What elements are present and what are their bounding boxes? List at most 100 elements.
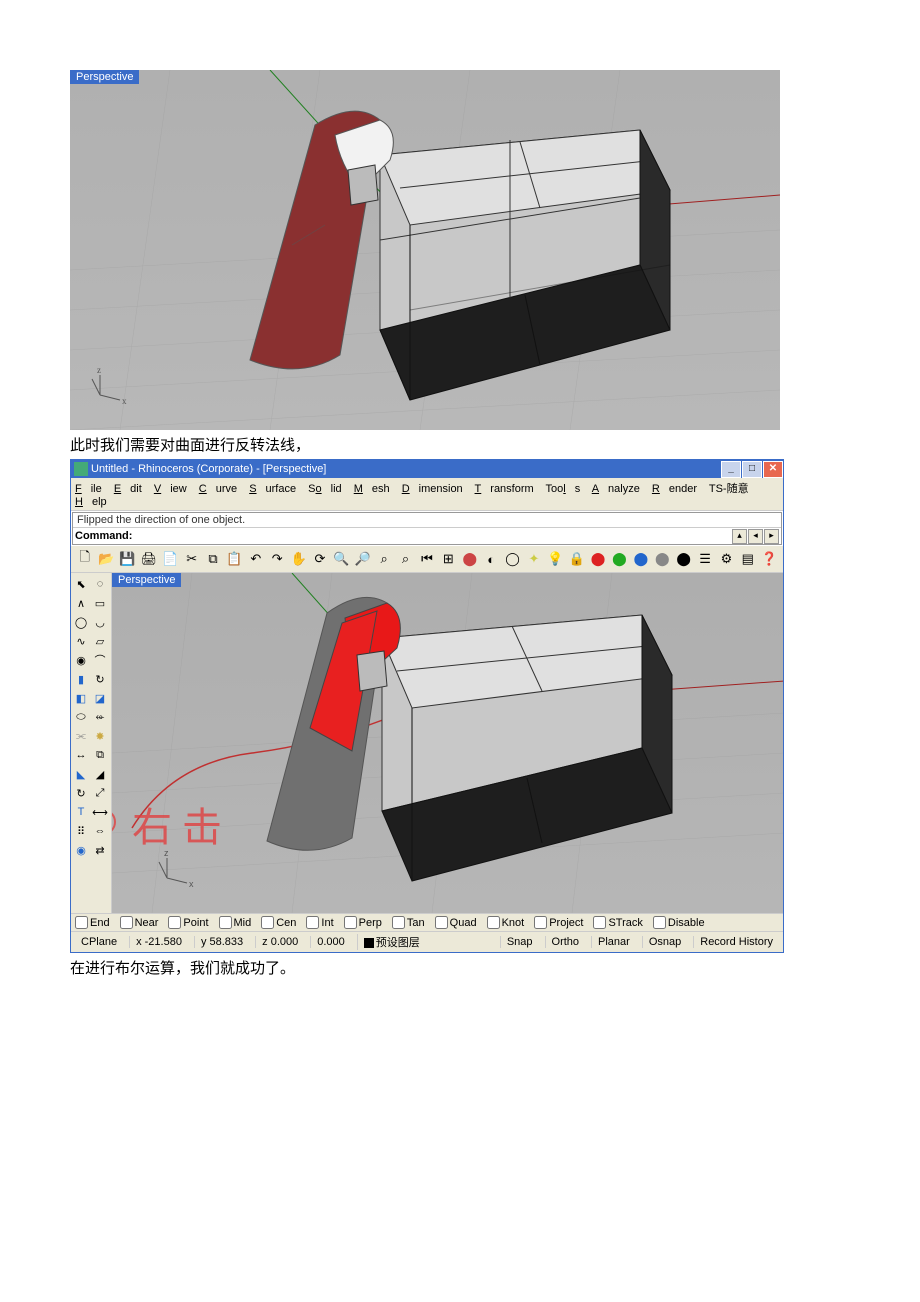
status-layer[interactable]: 预设图层 xyxy=(357,934,426,950)
menu-solid[interactable]: Solid xyxy=(308,483,341,495)
extrude-icon[interactable]: ▮ xyxy=(72,670,90,688)
menu-tools[interactable]: Tools xyxy=(546,483,581,495)
layer-blue-icon[interactable]: ⬤ xyxy=(631,549,650,569)
plane-icon[interactable]: ▱ xyxy=(91,632,109,650)
lock-icon[interactable]: 🔒 xyxy=(567,549,586,569)
dir-icon[interactable]: ◉ xyxy=(72,841,90,859)
osnap-knot[interactable]: Knot xyxy=(487,916,525,929)
copy-icon[interactable]: ⧉ xyxy=(203,549,222,569)
rect-icon[interactable]: ▭ xyxy=(91,594,109,612)
solid-icon[interactable]: ◪ xyxy=(91,689,109,707)
explode-icon[interactable]: ✸ xyxy=(91,727,109,745)
close-button[interactable]: ✕ xyxy=(763,461,783,478)
paste-icon[interactable]: 📋 xyxy=(225,549,244,569)
doc-props-icon[interactable]: ▤ xyxy=(738,549,757,569)
zoom-win-icon[interactable]: ⌕ xyxy=(374,549,393,569)
print-icon[interactable]: 🖨 xyxy=(139,549,158,569)
xray-icon[interactable]: ✦ xyxy=(524,549,543,569)
menu-curve[interactable]: Curve xyxy=(199,483,237,495)
light-icon[interactable]: 💡 xyxy=(546,549,565,569)
shade-icon[interactable]: ◐ xyxy=(481,549,500,569)
menu-help[interactable]: Help xyxy=(75,496,107,508)
redo-icon[interactable]: ↷ xyxy=(268,549,287,569)
menu-file[interactable]: File xyxy=(75,483,102,495)
cmd-prev-button[interactable]: ◂ xyxy=(748,529,763,544)
zoom-dyn-icon[interactable]: ⌕ xyxy=(396,549,415,569)
osnap-strack[interactable]: STrack xyxy=(593,916,642,929)
menu-render[interactable]: Render xyxy=(652,483,697,495)
sphere-icon[interactable]: ◉ xyxy=(72,651,90,669)
menu-edit[interactable]: Edit xyxy=(114,483,142,495)
copy2-icon[interactable]: ⧉ xyxy=(91,746,109,764)
osnap-perp[interactable]: Perp xyxy=(344,916,382,929)
menu-dimension[interactable]: Dimension xyxy=(402,483,463,495)
osnap-mid[interactable]: Mid xyxy=(219,916,252,929)
cut-icon[interactable]: ✂ xyxy=(182,549,201,569)
open-icon[interactable]: 📂 xyxy=(96,549,115,569)
scale-icon[interactable]: ⤢ xyxy=(91,784,109,802)
flip-icon[interactable]: ⇄ xyxy=(91,841,109,859)
render-icon[interactable]: ⬤ xyxy=(460,549,479,569)
save-icon[interactable]: 💾 xyxy=(118,549,137,569)
pointer-icon[interactable]: ⬉ xyxy=(72,575,90,593)
status-planar[interactable]: Planar xyxy=(591,936,636,948)
new-icon[interactable]: 🗋 xyxy=(75,549,94,569)
minimize-button[interactable]: _ xyxy=(721,461,741,478)
cylinder-icon[interactable]: ⬭ xyxy=(72,708,90,726)
osnap-project[interactable]: Project xyxy=(534,916,583,929)
mirror-icon[interactable]: ⇔ xyxy=(91,822,109,840)
arc-icon[interactable]: ◡ xyxy=(91,613,109,631)
osnap-end[interactable]: End xyxy=(75,916,110,929)
zoom-sel-icon[interactable]: 🔍 xyxy=(332,549,351,569)
dim-icon[interactable]: ⟷ xyxy=(91,803,109,821)
status-record[interactable]: Record History xyxy=(693,936,779,948)
layer-grey-icon[interactable]: ⬤ xyxy=(653,549,672,569)
zoom-ext-icon[interactable]: 🔎 xyxy=(353,549,372,569)
layer-black-icon[interactable]: ⬤ xyxy=(674,549,693,569)
layer-red-icon[interactable]: ⬤ xyxy=(588,549,607,569)
split-icon[interactable]: ◢ xyxy=(91,765,109,783)
status-ortho[interactable]: Ortho xyxy=(545,936,586,948)
circle-icon[interactable]: ◯ xyxy=(72,613,90,631)
box-icon[interactable]: ◧ xyxy=(72,689,90,707)
torus-icon[interactable]: ⬰ xyxy=(91,708,109,726)
help-icon[interactable]: ❓ xyxy=(760,549,779,569)
osnap-cen[interactable]: Cen xyxy=(261,916,296,929)
polyline-icon[interactable]: ∧ xyxy=(72,594,90,612)
zoom-prev-icon[interactable]: ⏮ xyxy=(417,549,436,569)
move-icon[interactable]: ↔ xyxy=(72,746,90,764)
revolve-icon[interactable]: ↻ xyxy=(91,670,109,688)
menu-ts[interactable]: TS-随意 xyxy=(709,483,749,495)
rotate-icon[interactable]: ⟳ xyxy=(310,549,329,569)
osnap-tan[interactable]: Tan xyxy=(392,916,425,929)
undo-icon[interactable]: ↶ xyxy=(246,549,265,569)
menu-transform[interactable]: Transform xyxy=(475,483,534,495)
doc-icon[interactable]: 📄 xyxy=(161,549,180,569)
options-icon[interactable]: ☰ xyxy=(695,549,714,569)
loft-icon[interactable]: ⌒ xyxy=(91,651,109,669)
osnap-near[interactable]: Near xyxy=(120,916,159,929)
osnap-disable[interactable]: Disable xyxy=(653,916,705,929)
rotate2-icon[interactable]: ↻ xyxy=(72,784,90,802)
command-input[interactable] xyxy=(134,528,731,544)
gear-icon[interactable]: ⚙ xyxy=(717,549,736,569)
menu-view[interactable]: View xyxy=(154,483,187,495)
four-view-icon[interactable]: ⊞ xyxy=(439,549,458,569)
join-icon[interactable]: ⫘ xyxy=(72,727,90,745)
lasso-icon[interactable]: ◌ xyxy=(91,575,109,593)
menu-mesh[interactable]: Mesh xyxy=(354,483,390,495)
layer-green-icon[interactable]: ⬤ xyxy=(610,549,629,569)
osnap-int[interactable]: Int xyxy=(306,916,333,929)
viewport-perspective-main[interactable]: Perspective xyxy=(112,573,783,913)
status-snap[interactable]: Snap xyxy=(500,936,539,948)
cmd-up-button[interactable]: ▴ xyxy=(732,529,747,544)
pan-icon[interactable]: ✋ xyxy=(289,549,308,569)
cmd-next-button[interactable]: ▸ xyxy=(764,529,779,544)
maximize-button[interactable]: □ xyxy=(742,461,762,478)
menu-analyze[interactable]: Analyze xyxy=(592,483,640,495)
menu-surface[interactable]: Surface xyxy=(249,483,296,495)
text-icon[interactable]: T xyxy=(72,803,90,821)
osnap-quad[interactable]: Quad xyxy=(435,916,477,929)
array-icon[interactable]: ⠿ xyxy=(72,822,90,840)
status-osnap[interactable]: Osnap xyxy=(642,936,687,948)
